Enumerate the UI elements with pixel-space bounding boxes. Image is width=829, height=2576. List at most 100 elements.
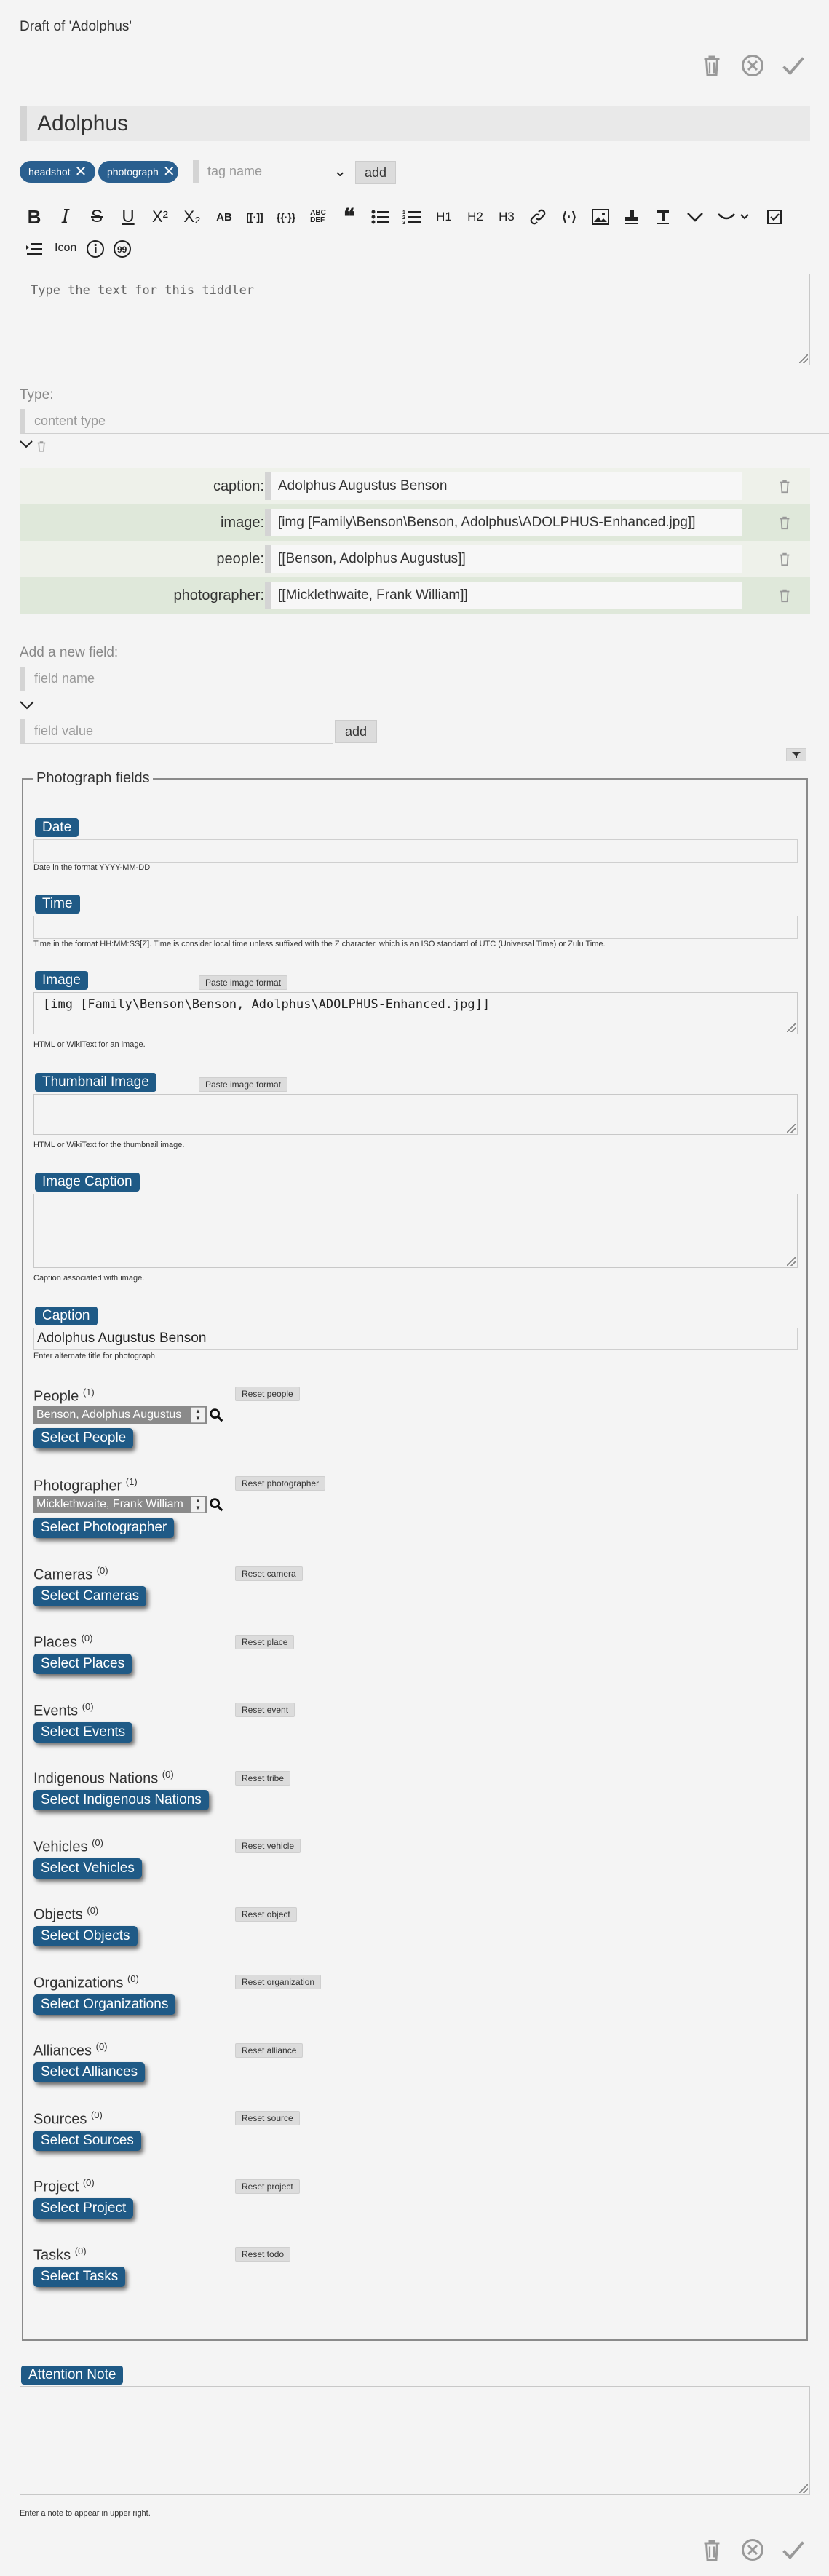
select-objects-button[interactable]: Select Objects — [33, 1926, 138, 1946]
trash-icon[interactable] — [777, 587, 793, 603]
reset-object-button[interactable]: Reset object — [235, 1907, 297, 1922]
select-alliances-button[interactable]: Select Alliances — [33, 2062, 146, 2082]
reset-organization-button[interactable]: Reset organization — [235, 1975, 322, 1989]
spinner-control[interactable]: ▲ ▼ — [191, 1407, 205, 1423]
field-value-input[interactable]: [[Benson, Adolphus Augustus]] — [265, 545, 742, 573]
quote-icon[interactable]: ❝ — [335, 202, 364, 231]
reset-event-button[interactable]: Reset event — [235, 1703, 295, 1717]
resize-handle[interactable] — [799, 354, 808, 363]
stamp-icon[interactable] — [617, 202, 646, 231]
tag-headshot[interactable]: headshot ✕ — [20, 161, 95, 183]
done-button[interactable] — [777, 2534, 809, 2566]
superscript-icon[interactable]: X² — [146, 202, 175, 231]
resize-handle[interactable] — [799, 2484, 808, 2493]
underline-icon[interactable]: U — [114, 202, 143, 231]
cancel-button[interactable] — [737, 49, 769, 82]
spinner-control[interactable]: ▲ ▼ — [191, 1497, 205, 1513]
tag-name-input[interactable]: tag name — [193, 160, 353, 183]
text-format-icon[interactable] — [648, 202, 678, 231]
linkify-icon[interactable]: ⟨·⟩ — [555, 202, 584, 231]
transclude-icon[interactable]: {{·}} — [271, 202, 301, 231]
excise-icon[interactable]: ABC DEF — [304, 202, 333, 231]
select-tasks-button[interactable]: Select Tasks — [33, 2267, 126, 2287]
add-tag-button[interactable]: add — [355, 161, 396, 184]
image-icon[interactable] — [586, 202, 615, 231]
attention-note-textarea[interactable] — [20, 2386, 810, 2495]
chevron-down-small-icon[interactable] — [737, 202, 753, 231]
tag-photograph[interactable]: photograph ✕ — [98, 161, 178, 183]
delete-button[interactable] — [696, 2534, 728, 2566]
heading1-icon[interactable]: H1 — [429, 202, 459, 231]
select-organizations-button[interactable]: Select Organizations — [33, 1994, 176, 2015]
close-icon[interactable]: ✕ — [163, 165, 175, 179]
reset-tribe-button[interactable]: Reset tribe — [235, 1771, 291, 1786]
reset-place-button[interactable]: Reset place — [235, 1635, 295, 1649]
link-icon[interactable] — [523, 202, 552, 231]
field-value-input[interactable]: [img [Family\Benson\Benson, Adolphus\ADO… — [265, 509, 742, 536]
done-button[interactable] — [777, 49, 809, 82]
resize-handle[interactable] — [787, 1023, 796, 1032]
strikethrough-icon[interactable]: S — [82, 202, 111, 231]
subscript-icon[interactable]: X₂ — [178, 202, 207, 231]
reset-todo-button[interactable]: Reset todo — [235, 2247, 291, 2262]
heading3-icon[interactable]: H3 — [492, 202, 521, 231]
caption-input[interactable]: Adolphus Augustus Benson — [33, 1328, 798, 1350]
select-indigenous-nations-button[interactable]: Select Indigenous Nations — [33, 1790, 209, 1810]
trash-icon[interactable] — [777, 515, 793, 531]
trash-icon[interactable] — [35, 439, 48, 457]
select-people-button[interactable]: Select People — [33, 1428, 134, 1448]
info-icon[interactable] — [81, 234, 110, 263]
filter-icon[interactable] — [786, 748, 806, 761]
cancel-button[interactable] — [737, 2534, 769, 2566]
chevron-down-icon[interactable]: ⌄ — [333, 162, 346, 181]
checkbox-icon[interactable] — [760, 202, 789, 231]
resize-handle[interactable] — [787, 1257, 796, 1266]
chevron-down-icon[interactable] — [20, 440, 33, 453]
reset-alliance-button[interactable]: Reset alliance — [235, 2043, 304, 2058]
heading2-icon[interactable]: H2 — [461, 202, 490, 231]
select-places-button[interactable]: Select Places — [33, 1654, 132, 1674]
chevron-down-icon[interactable] — [20, 700, 34, 713]
numbered-list-icon[interactable]: 123 — [397, 202, 427, 231]
select-sources-button[interactable]: Select Sources — [33, 2131, 141, 2151]
date-input[interactable] — [33, 839, 798, 863]
thumbnail-textarea[interactable] — [33, 1094, 798, 1135]
wikilink-icon[interactable]: [[·]] — [240, 202, 269, 231]
image-caption-textarea[interactable] — [33, 1194, 798, 1268]
close-icon[interactable]: ✕ — [75, 165, 87, 179]
add-field-button[interactable]: add — [335, 720, 377, 743]
search-icon[interactable] — [208, 1497, 224, 1513]
field-value-input[interactable]: [[Micklethwaite, Frank William]] — [265, 582, 742, 609]
search-icon[interactable] — [208, 1407, 224, 1423]
image-textarea[interactable]: [img [Family\Benson\Benson, Adolphus\ADO… — [33, 992, 798, 1034]
bold-icon[interactable]: B — [20, 202, 49, 231]
indent-icon[interactable] — [20, 234, 49, 263]
paste-thumbnail-format-button[interactable]: Paste image format — [199, 1077, 288, 1092]
people-select-list[interactable]: Benson, Adolphus Augustus — [33, 1406, 207, 1424]
icon-button[interactable]: Icon — [55, 242, 76, 255]
reset-project-button[interactable]: Reset project — [235, 2179, 300, 2194]
field-name-input[interactable]: field name — [20, 667, 829, 691]
chevron-down-icon[interactable] — [681, 202, 710, 231]
select-cameras-button[interactable]: Select Cameras — [33, 1586, 147, 1606]
paste-image-format-button[interactable]: Paste image format — [199, 975, 288, 990]
reset-camera-button[interactable]: Reset camera — [235, 1566, 303, 1581]
title-input[interactable]: Adolphus — [20, 106, 810, 141]
select-vehicles-button[interactable]: Select Vehicles — [33, 1858, 142, 1879]
photographer-select-list[interactable]: Micklethwaite, Frank William — [33, 1496, 207, 1513]
select-photographer-button[interactable]: Select Photographer — [33, 1518, 175, 1538]
bullet-list-icon[interactable] — [366, 202, 395, 231]
italic-icon[interactable]: I — [51, 202, 80, 231]
content-type-input[interactable]: content type — [20, 409, 829, 434]
reset-source-button[interactable]: Reset source — [235, 2111, 300, 2125]
select-events-button[interactable]: Select Events — [33, 1722, 133, 1743]
reset-photographer-button[interactable]: Reset photographer — [235, 1476, 326, 1491]
resize-handle[interactable] — [787, 1124, 796, 1133]
delete-button[interactable] — [696, 49, 728, 82]
body-textarea[interactable]: Type the text for this tiddler — [20, 274, 810, 365]
trash-icon[interactable] — [777, 478, 793, 494]
select-project-button[interactable]: Select Project — [33, 2198, 134, 2219]
preview-icon[interactable]: 99 — [108, 234, 137, 263]
smallcaps-icon[interactable]: AB — [210, 202, 239, 231]
trash-icon[interactable] — [777, 551, 793, 567]
